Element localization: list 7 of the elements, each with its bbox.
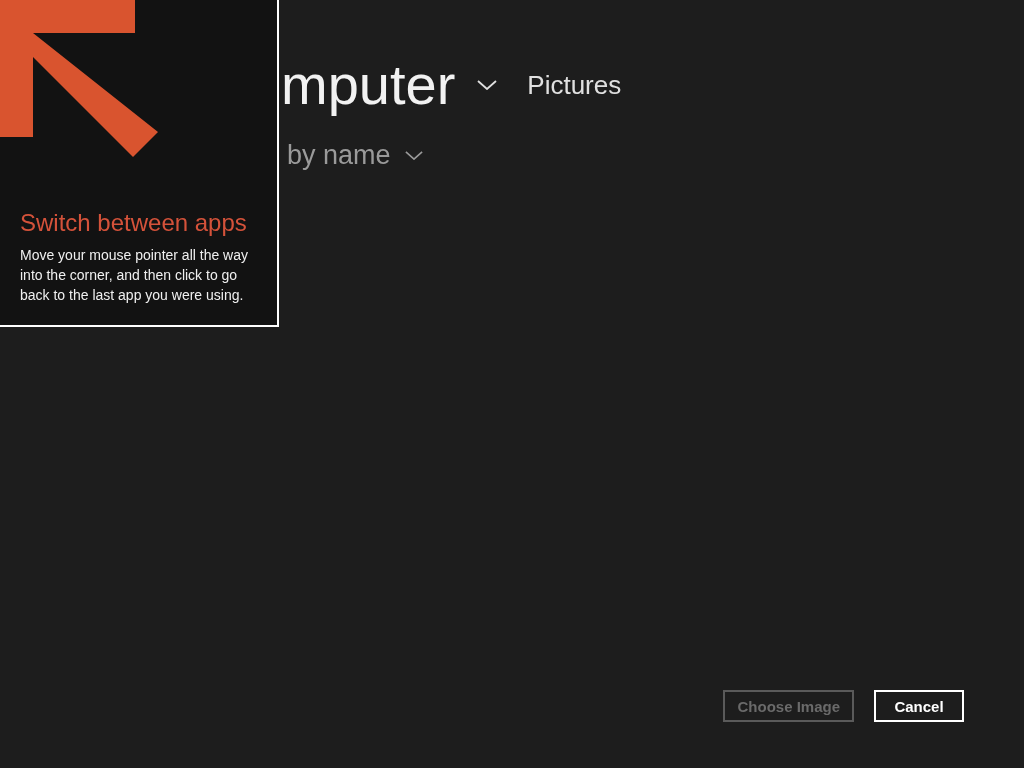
folder-label[interactable]: Pictures (527, 69, 622, 101)
sort-label[interactable]: by name (287, 140, 391, 171)
tip-title: Switch between apps (20, 209, 248, 237)
arrow-icon (0, 0, 158, 157)
chevron-down-icon[interactable] (404, 151, 423, 160)
tip-text: Move your mouse pointer all the way into the corner, and then click to go back to the last app you were using. (20, 246, 249, 305)
cancel-button[interactable]: Cancel (874, 690, 964, 722)
